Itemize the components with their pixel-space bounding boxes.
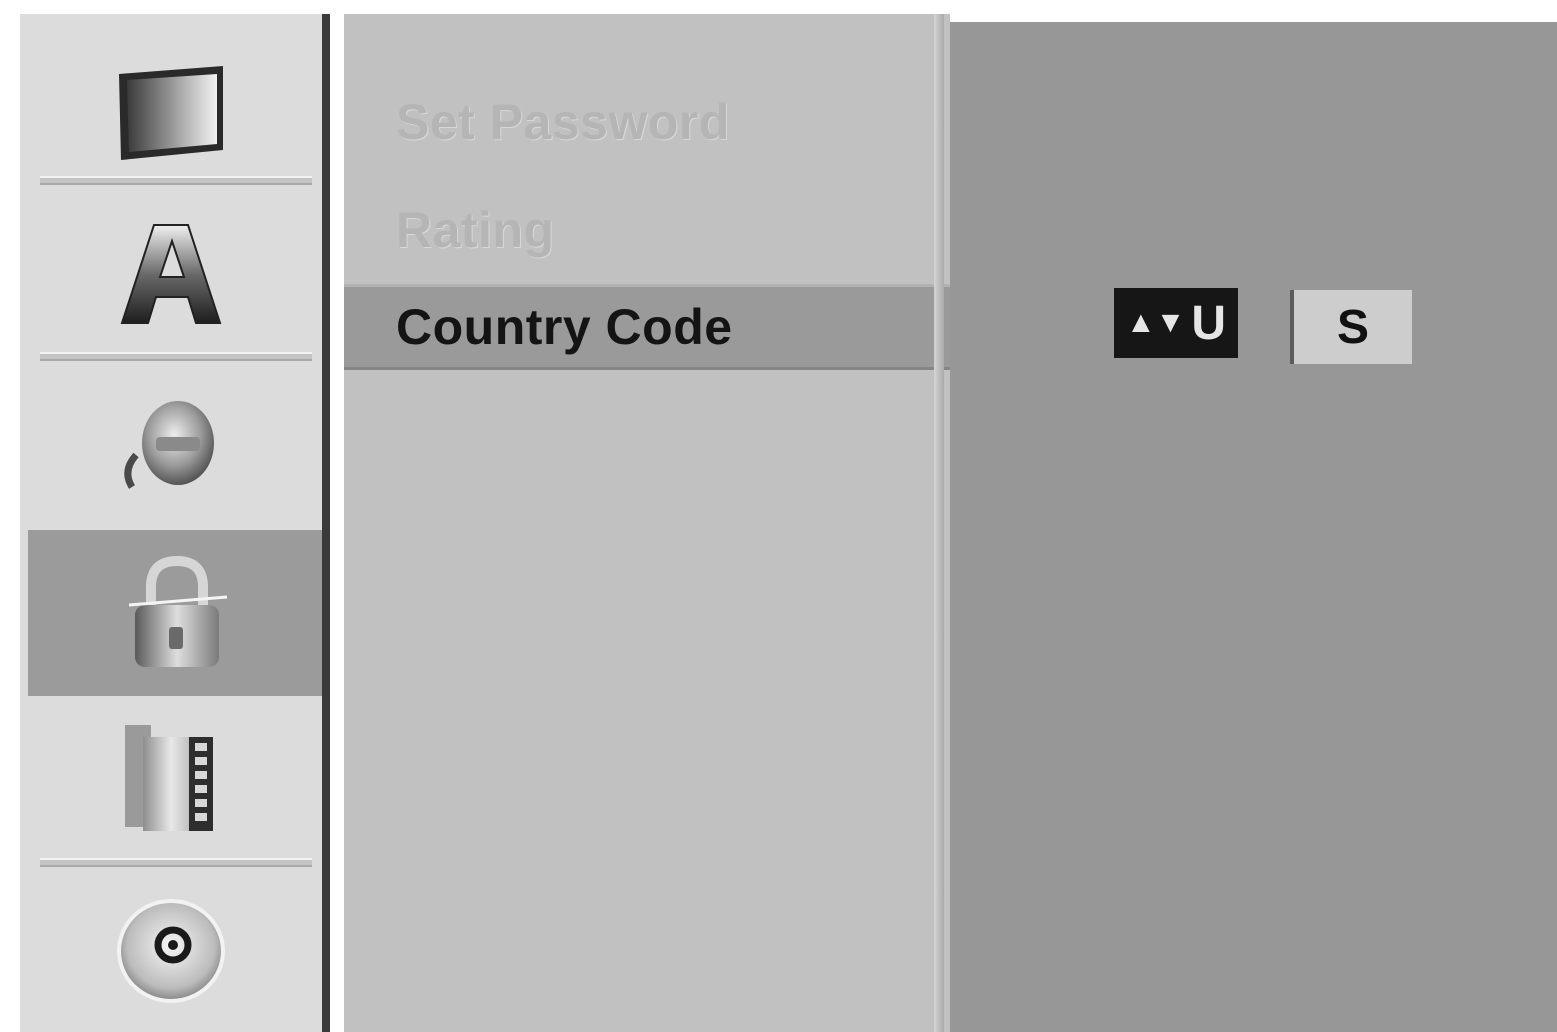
category-recording[interactable]: [20, 696, 322, 866]
lock-icon: [121, 555, 231, 671]
tv-screen-icon: [111, 62, 231, 166]
menu-item-label: Rating: [396, 202, 555, 258]
menu-item-set-password[interactable]: Set Password: [344, 82, 950, 162]
menu-divider: [934, 14, 944, 1032]
menu-item-rating[interactable]: Rating: [344, 190, 950, 270]
category-picture[interactable]: [20, 34, 322, 194]
option-panel: [950, 22, 1557, 1032]
disc-icon: [113, 897, 229, 1007]
separator: [40, 858, 312, 867]
letter-a-icon: [116, 219, 226, 329]
speaker-audio-icon: [116, 397, 226, 497]
category-audio[interactable]: [20, 364, 322, 530]
menu-item-country-code[interactable]: Country Code: [344, 284, 964, 370]
separator: [40, 352, 312, 361]
country-code-char-1-field[interactable]: ▲▼ U: [1114, 288, 1238, 358]
up-down-arrows-icon: ▲▼: [1125, 306, 1186, 339]
sidebar-border: [322, 14, 330, 1032]
category-sidebar: [20, 14, 326, 1032]
separator: [40, 176, 312, 185]
category-language[interactable]: [20, 190, 322, 358]
film-strip-icon: [119, 723, 223, 839]
category-disc[interactable]: [20, 872, 322, 1032]
country-code-char-2-field[interactable]: S: [1290, 290, 1412, 364]
category-lock[interactable]: [28, 530, 324, 696]
country-code-char-1: U: [1191, 296, 1227, 350]
menu-item-label: Set Password: [396, 94, 730, 150]
menu-item-label: Country Code: [396, 299, 733, 355]
lock-menu-list: Set Password Rating Country Code: [344, 14, 964, 1032]
country-code-char-2: S: [1336, 300, 1369, 354]
